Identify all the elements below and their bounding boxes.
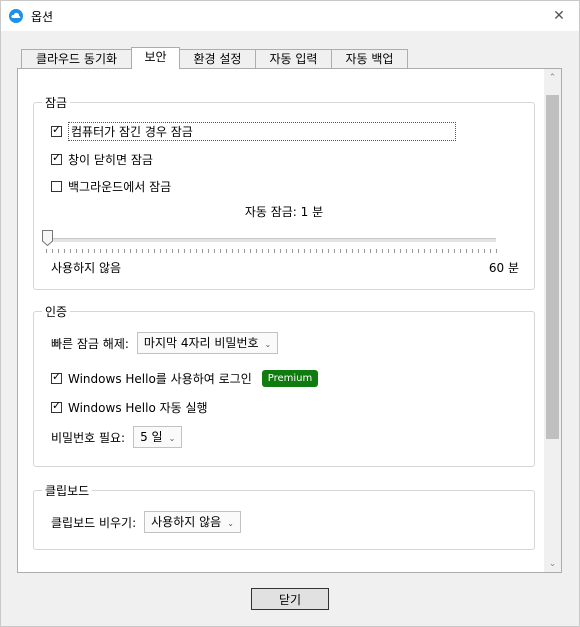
tab-security[interactable]: 보안	[131, 47, 180, 69]
password-required-label: 비밀번호 필요:	[51, 430, 126, 445]
password-required-row: 비밀번호 필요: 5 일 ⌄	[51, 426, 183, 448]
lock-in-background-label: 백그라운드에서 잠금	[68, 179, 172, 194]
clipboard-clear-value: 사용하지 않음	[151, 515, 222, 529]
quick-unlock-value: 마지막 4자리 비밀번호	[143, 336, 259, 350]
lock-on-close-label: 창이 닫히면 잠금	[68, 152, 153, 167]
hello-login-label: Windows Hello를 사용하여 로그인	[68, 371, 252, 386]
auth-group: 인증 빠른 잠금 해제: 마지막 4자리 비밀번호 ⌄ Windows Hello…	[33, 303, 535, 467]
premium-badge: Premium	[261, 369, 319, 387]
lock-group: 잠금 컴퓨터가 잠긴 경우 잠금 창이 닫히면 잠금 백그라운드에서 잠금 자동…	[33, 94, 535, 290]
tab-preferences[interactable]: 환경 설정	[179, 49, 256, 68]
autolock-slider-thumb[interactable]	[42, 230, 53, 246]
quick-unlock-select[interactable]: 마지막 4자리 비밀번호 ⌄	[136, 332, 279, 354]
scrollbar-thumb[interactable]	[546, 95, 559, 439]
password-required-value: 5 일	[140, 430, 163, 444]
autolock-slider-track[interactable]	[42, 238, 496, 242]
chevron-down-icon: ⌄	[168, 434, 176, 443]
password-required-select[interactable]: 5 일 ⌄	[133, 426, 183, 448]
clipboard-group: 클립보드 클립보드 비우기: 사용하지 않음 ⌄	[33, 482, 535, 550]
slider-max-label: 60 분	[488, 261, 519, 275]
options-window: 옵션 ✕ 클라우드 동기화 보안 환경 설정 자동 입력 자동 백업 잠금 컴퓨…	[0, 0, 580, 627]
close-button[interactable]: 닫기	[251, 588, 329, 610]
security-panel: 잠금 컴퓨터가 잠긴 경우 잠금 창이 닫히면 잠금 백그라운드에서 잠금 자동…	[17, 68, 562, 573]
app-cloud-icon	[9, 9, 23, 23]
clipboard-clear-label: 클립보드 비우기:	[51, 515, 137, 530]
tab-autobackup[interactable]: 자동 백업	[331, 49, 408, 68]
title-bar: 옵션 ✕	[1, 1, 579, 31]
chevron-down-icon: ⌄	[264, 340, 272, 349]
slider-min-label: 사용하지 않음	[51, 261, 122, 275]
window-close-button[interactable]: ✕	[539, 1, 579, 31]
vertical-scrollbar[interactable]: ⌃ ⌄	[544, 69, 561, 572]
window-title: 옵션	[31, 10, 54, 24]
hello-auto-label: Windows Hello 자동 실행	[68, 400, 208, 415]
lock-on-close-option[interactable]: 창이 닫히면 잠금	[51, 151, 153, 167]
autolock-value-label: 자동 잠금: 1 분	[244, 205, 324, 219]
hello-login-option[interactable]: Windows Hello를 사용하여 로그인 Premium	[51, 369, 319, 387]
clipboard-group-title: 클립보드	[42, 482, 93, 499]
auth-group-title: 인증	[42, 303, 71, 320]
autolock-slider-ticks	[46, 249, 498, 253]
hello-login-checkbox[interactable]	[51, 370, 62, 384]
scroll-down-icon[interactable]: ⌄	[544, 555, 561, 572]
tab-cloud-sync[interactable]: 클라우드 동기화	[21, 49, 132, 68]
scroll-content: 잠금 컴퓨터가 잠긴 경우 잠금 창이 닫히면 잠금 백그라운드에서 잠금 자동…	[18, 69, 536, 572]
lock-in-background-option[interactable]: 백그라운드에서 잠금	[51, 178, 171, 194]
lock-on-computer-lock-option[interactable]: 컴퓨터가 잠긴 경우 잠금	[51, 121, 456, 141]
clipboard-clear-row: 클립보드 비우기: 사용하지 않음 ⌄	[51, 511, 241, 533]
quick-unlock-label: 빠른 잠금 해제:	[51, 336, 129, 351]
close-icon: ✕	[553, 8, 565, 24]
hello-auto-checkbox[interactable]	[51, 399, 62, 413]
scroll-up-icon[interactable]: ⌃	[544, 69, 561, 86]
quick-unlock-row: 빠른 잠금 해제: 마지막 4자리 비밀번호 ⌄	[51, 332, 279, 354]
lock-on-computer-lock-checkbox[interactable]	[51, 123, 62, 137]
hello-auto-option[interactable]: Windows Hello 자동 실행	[51, 399, 208, 415]
clipboard-clear-select[interactable]: 사용하지 않음 ⌄	[144, 511, 241, 533]
tab-autofill[interactable]: 자동 입력	[255, 49, 332, 68]
lock-in-background-checkbox[interactable]	[51, 180, 62, 192]
lock-on-close-checkbox[interactable]	[51, 151, 62, 165]
chevron-down-icon: ⌄	[227, 519, 234, 528]
lock-on-computer-lock-label: 컴퓨터가 잠긴 경우 잠금	[68, 121, 456, 141]
lock-group-title: 잠금	[42, 94, 71, 111]
